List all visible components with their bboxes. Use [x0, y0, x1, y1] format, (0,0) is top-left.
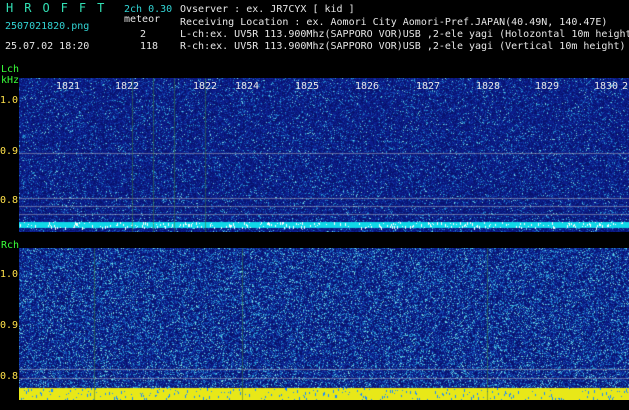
rch-label: Rch — [1, 240, 20, 251]
time-label: 1824 — [234, 81, 260, 92]
rch-info-line: R-ch:ex. UV5R 113.900Mhz(SAPPORO VOR)USB… — [180, 41, 626, 52]
lch-unit-label: kHz — [1, 75, 20, 86]
mode-label: meteor — [124, 14, 161, 25]
count-b-label: 118 — [140, 41, 159, 52]
time-label: 1827 — [415, 81, 441, 92]
time-label: 2 — [621, 81, 629, 92]
app-logo: HROFFT — [6, 1, 116, 15]
rch-tick-0-9: 0.9 — [0, 320, 19, 331]
lch-tick-1-0: 1.0 — [0, 95, 19, 106]
time-label: 1830 — [593, 81, 619, 92]
location-line: Receiving Location : ex. Aomori City Aom… — [180, 17, 608, 28]
time-label: 1828 — [475, 81, 501, 92]
lch-tick-0-9: 0.9 — [0, 146, 19, 157]
lch-tick-0-8: 0.8 — [0, 195, 19, 206]
observer-line: Ovserver : ex. JR7CYX [ kid ] — [180, 4, 355, 15]
count-a-label: 2 — [140, 29, 147, 40]
time-label: 1829 — [534, 81, 560, 92]
time-label: 1822 — [114, 81, 140, 92]
time-label: 1822 — [192, 81, 218, 92]
rch-spectrogram — [19, 248, 629, 400]
datetime-label: 25.07.02 18:20 — [5, 41, 90, 52]
time-label: 1826 — [354, 81, 380, 92]
lch-spectrogram — [19, 78, 629, 232]
lch-info-line: L-ch:ex. UV5R 113.900Mhz(SAPPORO VOR)USB… — [180, 29, 629, 40]
filename-label: 2507021820.png — [5, 21, 90, 32]
time-label: 1825 — [294, 81, 320, 92]
rch-tick-1-0: 1.0 — [0, 269, 19, 280]
rch-tick-0-8: 0.8 — [0, 371, 19, 382]
time-label: 1821 — [55, 81, 81, 92]
